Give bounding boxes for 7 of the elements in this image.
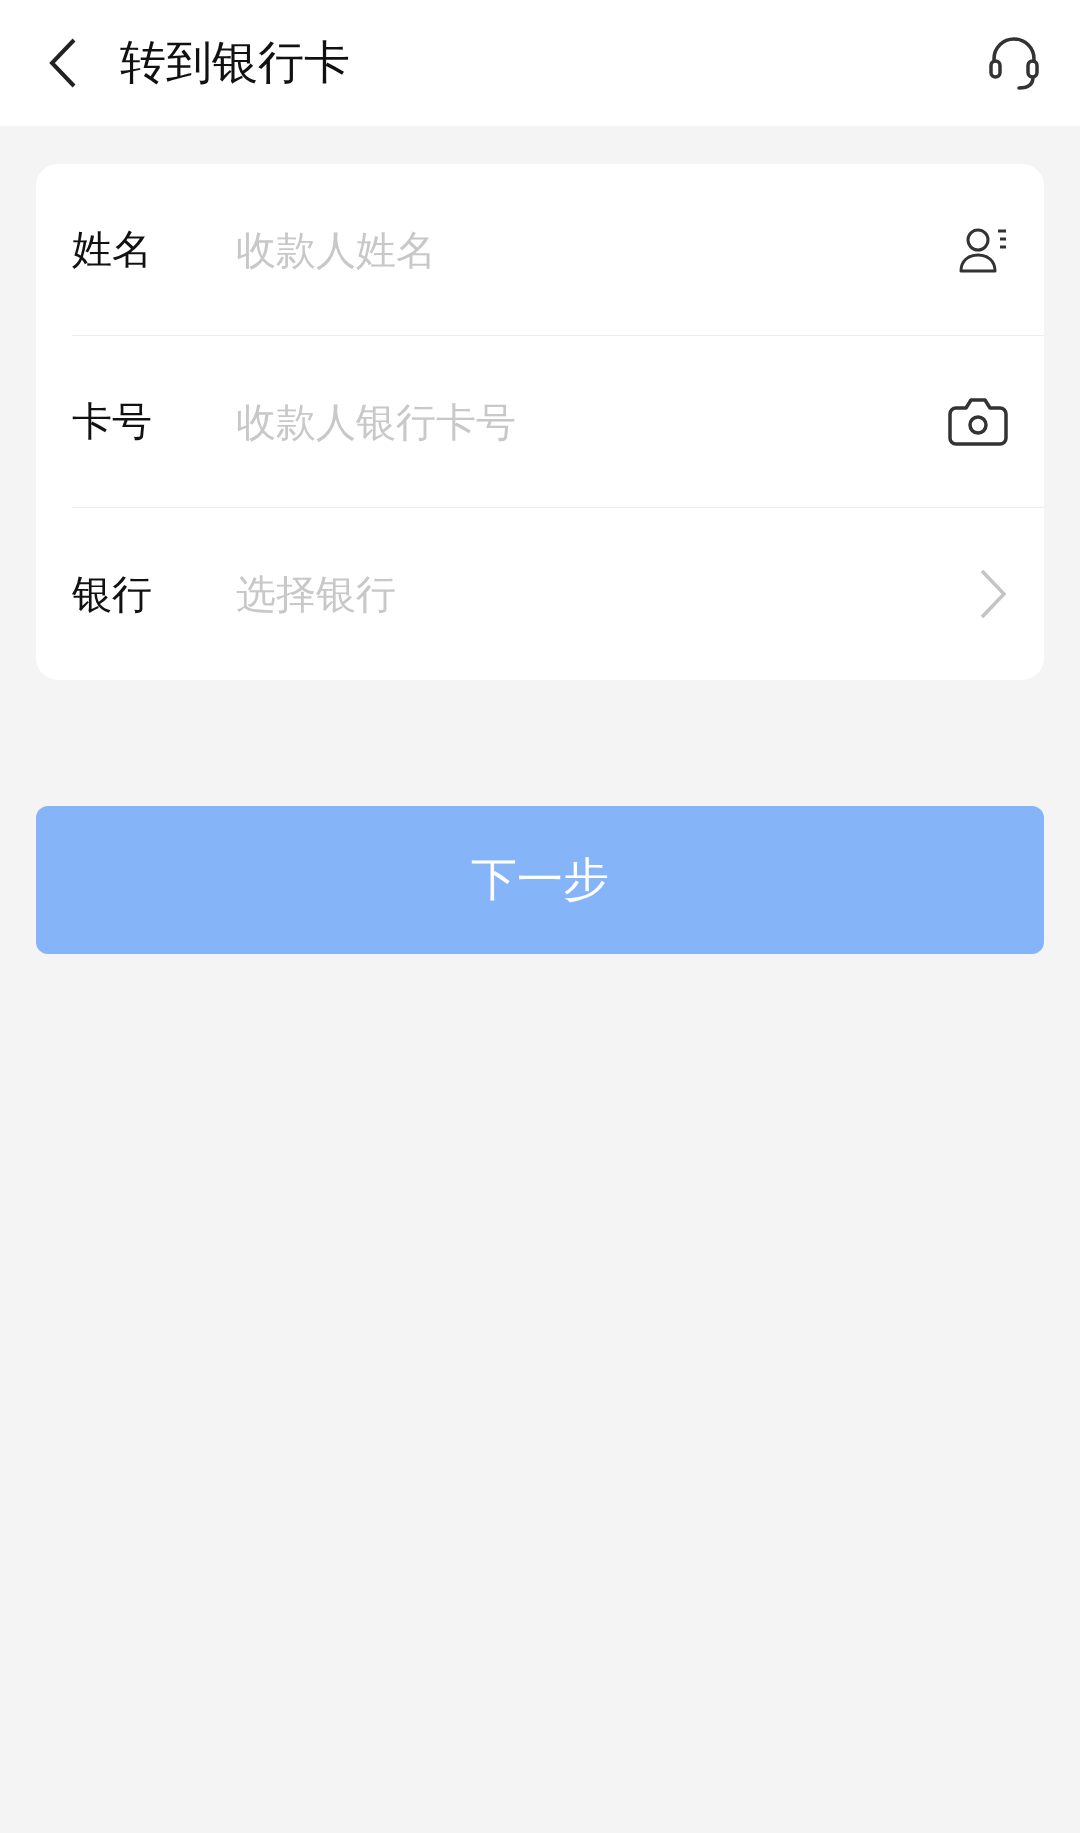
back-icon[interactable]	[48, 37, 78, 89]
headset-icon[interactable]	[988, 35, 1040, 91]
page-title: 转到银行卡	[120, 34, 351, 91]
camera-icon[interactable]	[948, 395, 1008, 448]
field-label: 姓名	[72, 225, 153, 274]
field-label: 卡号	[72, 397, 153, 446]
field-label: 银行	[72, 569, 153, 619]
